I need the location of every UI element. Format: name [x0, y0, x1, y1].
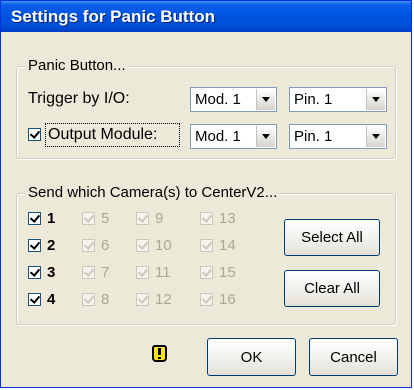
- trigger-pin-select[interactable]: Pin. 1: [289, 87, 387, 112]
- camera-9-label: 9: [155, 210, 164, 227]
- camera-10-checkbox: [136, 239, 149, 252]
- camera-11-checkbox: [136, 266, 149, 279]
- ok-button[interactable]: OK: [207, 338, 296, 376]
- chevron-down-icon[interactable]: [256, 89, 275, 110]
- camera-14-checkbox: [200, 239, 213, 252]
- camera-12-checkbox: [136, 293, 149, 306]
- camera-1-label[interactable]: 1: [47, 211, 55, 227]
- dialog-body: Panic Button... Trigger by I/O: Mod. 1 P…: [4, 32, 408, 384]
- camera-2-checkbox[interactable]: [28, 239, 41, 252]
- camera-5-label: 5: [101, 210, 110, 227]
- output-module-checkbox[interactable]: [28, 128, 41, 141]
- camera-7-checkbox: [82, 266, 95, 279]
- title-bar[interactable]: Settings for Panic Button: [1, 1, 411, 32]
- panic-button-group: Panic Button... Trigger by I/O: Mod. 1 P…: [16, 57, 396, 159]
- output-module-select[interactable]: Mod. 1: [190, 124, 277, 149]
- chevron-down-icon[interactable]: [256, 126, 275, 147]
- camera-9-checkbox: [136, 212, 149, 225]
- camera-8-label: 8: [101, 291, 110, 308]
- camera-6-checkbox: [82, 239, 95, 252]
- camera-16-label: 16: [219, 291, 236, 308]
- select-all-label: Select All: [301, 229, 363, 246]
- camera-14-label: 14: [219, 237, 236, 254]
- camera-16-checkbox: [200, 293, 213, 306]
- window-title: Settings for Panic Button: [11, 7, 215, 26]
- camera-13-label: 13: [219, 210, 236, 227]
- output-module-value: Mod. 1: [195, 128, 241, 145]
- camera-3-label[interactable]: 3: [47, 265, 55, 281]
- camera-3-checkbox[interactable]: [28, 266, 41, 279]
- camera-4-checkbox[interactable]: [28, 293, 41, 306]
- cancel-button[interactable]: Cancel: [309, 338, 398, 376]
- camera-12-label: 12: [155, 291, 172, 308]
- camera-15-checkbox: [200, 266, 213, 279]
- camera-6-label: 6: [101, 237, 110, 254]
- trigger-module-value: Mod. 1: [195, 91, 241, 108]
- camera-4-label[interactable]: 4: [47, 292, 55, 308]
- camera-5-checkbox: [82, 212, 95, 225]
- trigger-pin-value: Pin. 1: [294, 91, 333, 108]
- camera-group: Send which Camera(s) to CenterV2... 1 2 …: [16, 184, 396, 325]
- cancel-label: Cancel: [330, 348, 377, 366]
- select-all-button[interactable]: Select All: [284, 219, 380, 256]
- clear-all-label: Clear All: [304, 280, 360, 297]
- trigger-label: Trigger by I/O:: [28, 90, 130, 107]
- camera-10-label: 10: [155, 237, 172, 254]
- camera-13-checkbox: [200, 212, 213, 225]
- chevron-down-icon[interactable]: [366, 126, 385, 147]
- clear-all-button[interactable]: Clear All: [284, 270, 380, 307]
- camera-1-checkbox[interactable]: [28, 212, 41, 225]
- output-pin-select[interactable]: Pin. 1: [289, 124, 387, 149]
- warning-icon: [152, 345, 167, 362]
- trigger-module-select[interactable]: Mod. 1: [190, 87, 277, 112]
- camera-legend: Send which Camera(s) to CenterV2...: [25, 184, 281, 202]
- output-pin-value: Pin. 1: [294, 128, 333, 145]
- output-module-label[interactable]: Output Module:: [48, 125, 157, 145]
- camera-8-checkbox: [82, 293, 95, 306]
- ok-label: OK: [240, 348, 263, 366]
- camera-2-label[interactable]: 2: [47, 238, 55, 254]
- panic-button-legend: Panic Button...: [25, 57, 129, 75]
- chevron-down-icon[interactable]: [366, 89, 385, 110]
- settings-dialog: Settings for Panic Button Panic Button..…: [0, 0, 412, 388]
- camera-15-label: 15: [219, 264, 236, 281]
- camera-11-label: 11: [155, 264, 171, 281]
- camera-7-label: 7: [101, 264, 110, 281]
